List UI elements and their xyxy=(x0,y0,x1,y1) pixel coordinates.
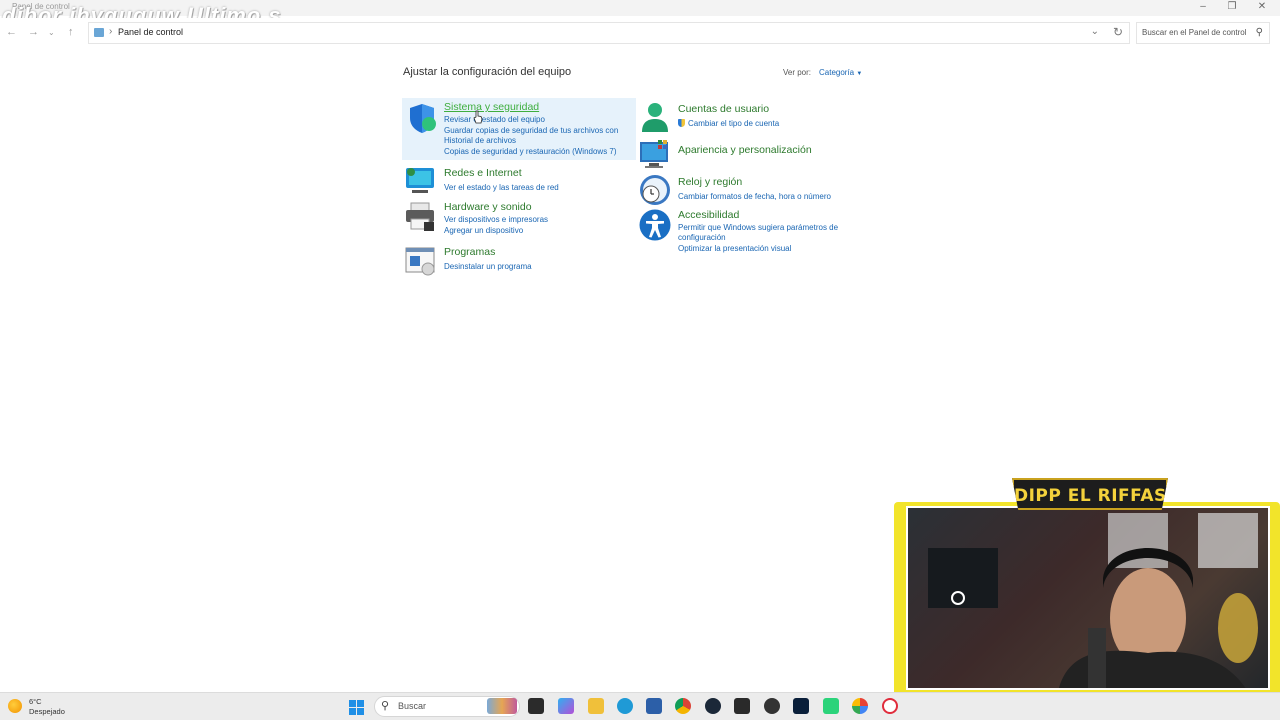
shield-icon xyxy=(410,104,436,133)
link-change-formats[interactable]: Cambiar formatos de fecha, hora o número xyxy=(678,192,831,201)
streamer-silhouette-icon xyxy=(928,513,1258,688)
category-appearance[interactable]: Apariencia y personalización xyxy=(637,139,867,169)
category-programs[interactable]: Programas Desinstalar un programa xyxy=(402,243,636,276)
link-text[interactable]: Cambiar el tipo de cuenta xyxy=(688,119,779,128)
search-icon: ⚲ xyxy=(381,700,390,712)
store-icon[interactable] xyxy=(646,698,662,714)
webcam-overlay: DIPP EL RIFFAS xyxy=(894,476,1280,720)
windows-start-icon[interactable] xyxy=(349,700,364,715)
forward-arrow-icon[interactable]: → xyxy=(28,26,39,38)
chevron-down-icon[interactable]: ⌄ xyxy=(1091,26,1099,37)
chevron-right-icon: › xyxy=(109,26,113,37)
link-change-account-type[interactable]: Cambiar el tipo de cuenta xyxy=(678,119,779,128)
taskbar-search-label: Buscar xyxy=(398,701,427,711)
category-title[interactable]: Cuentas de usuario xyxy=(678,103,769,115)
caret-down-icon[interactable]: ▼ xyxy=(856,71,862,77)
taskbar: 6°C Despejado ⚲ Buscar xyxy=(0,692,1280,720)
weather-temperature[interactable]: 6°C xyxy=(29,697,42,706)
category-title[interactable]: Sistema y seguridad xyxy=(444,101,539,113)
hand-cursor-icon xyxy=(473,110,483,124)
clock-globe-icon xyxy=(640,175,670,205)
category-system-security[interactable]: Sistema y seguridad Revisar el estado de… xyxy=(402,98,636,160)
back-arrow-icon[interactable]: ← xyxy=(6,26,17,38)
steam-icon[interactable] xyxy=(705,698,721,714)
category-network-internet[interactable]: Redes e Internet Ver el estado y las tar… xyxy=(402,164,636,196)
category-title[interactable]: Redes e Internet xyxy=(444,167,522,179)
category-clock-region[interactable]: Reloj y región Cambiar formatos de fecha… xyxy=(637,173,867,207)
link-suggest-settings[interactable]: Permitir que Windows sugiera parámetros … xyxy=(678,223,838,232)
weather-description[interactable]: Despejado xyxy=(29,707,65,716)
link-review-status[interactable]: Revisar el estado del equipo xyxy=(444,115,545,124)
category-user-accounts[interactable]: Cuentas de usuario Cambiar el tipo de cu… xyxy=(637,100,867,134)
breadcrumb[interactable]: Panel de control xyxy=(118,27,183,37)
page-title: Ajustar la configuración del equipo xyxy=(403,66,572,78)
address-bar: ← → ⌄ ↑ › Panel de control ⌄ ↻ ⚲ xyxy=(0,18,1280,48)
up-arrow-icon[interactable]: ↑ xyxy=(68,26,74,38)
address-path-box[interactable]: › Panel de control ⌄ ↻ xyxy=(88,22,1130,44)
link-devices-printers[interactable]: Ver dispositivos e impresoras xyxy=(444,215,548,224)
category-accessibility[interactable]: Accesibilidad Permitir que Windows sugie… xyxy=(637,207,867,255)
control-panel-icon xyxy=(94,28,104,37)
category-title[interactable]: Reloj y región xyxy=(678,176,742,188)
search-icon[interactable]: ⚲ xyxy=(1256,27,1263,38)
link-suggest-settings-cont[interactable]: configuración xyxy=(678,233,726,242)
streamer-name-banner: DIPP EL RIFFAS xyxy=(1012,478,1168,510)
link-file-history[interactable]: Historial de archivos xyxy=(444,136,516,145)
monitor-icon xyxy=(640,140,668,168)
view-by-label: Ver por: xyxy=(783,68,812,77)
link-uninstall-program[interactable]: Desinstalar un programa xyxy=(444,262,532,271)
accessibility-icon xyxy=(639,209,671,241)
link-network-status[interactable]: Ver el estado y las tareas de red xyxy=(444,183,559,192)
category-hardware-sound[interactable]: Hardware y sonido Ver dispositivos e imp… xyxy=(402,198,636,236)
maximize-button[interactable]: ❐ xyxy=(1222,1,1242,12)
title-bar: Panel de control dibor jhyquguw Ultimo s… xyxy=(0,0,1280,28)
app-green-icon[interactable] xyxy=(823,698,839,714)
link-add-device[interactable]: Agregar un dispositivo xyxy=(444,226,523,235)
view-by-value[interactable]: Categoría xyxy=(819,68,854,77)
close-button[interactable]: ✕ xyxy=(1252,1,1272,12)
recent-dropdown-icon[interactable]: ⌄ xyxy=(48,28,55,37)
category-title[interactable]: Programas xyxy=(444,246,495,258)
task-view-icon[interactable] xyxy=(528,698,544,714)
programs-icon xyxy=(405,247,435,276)
file-explorer-icon[interactable] xyxy=(588,698,604,714)
search-box[interactable]: ⚲ xyxy=(1136,22,1270,44)
photoshop-icon[interactable] xyxy=(793,698,809,714)
obs-icon[interactable] xyxy=(764,698,780,714)
chrome-profile-icon[interactable] xyxy=(852,698,868,714)
category-title[interactable]: Hardware y sonido xyxy=(444,201,532,213)
chrome-icon[interactable] xyxy=(675,698,691,714)
search-input[interactable] xyxy=(1142,28,1252,37)
category-title[interactable]: Accesibilidad xyxy=(678,209,739,221)
webcam-video xyxy=(906,506,1270,690)
edge-browser-icon[interactable] xyxy=(617,698,633,714)
link-save-backups[interactable]: Guardar copias de seguridad de tus archi… xyxy=(444,126,618,135)
view-by-dropdown[interactable]: Categoría ▼ xyxy=(819,68,862,77)
printer-icon xyxy=(406,202,434,231)
category-title[interactable]: Apariencia y personalización xyxy=(678,144,812,156)
network-icon xyxy=(406,168,434,193)
user-icon xyxy=(642,103,668,132)
opera-icon[interactable] xyxy=(882,698,898,714)
weather-sun-icon[interactable] xyxy=(8,699,22,713)
refresh-icon[interactable]: ↻ xyxy=(1113,25,1123,39)
streamer-name: DIPP EL RIFFAS xyxy=(1014,486,1167,506)
link-optimize-display[interactable]: Optimizar la presentación visual xyxy=(678,244,791,253)
copilot-icon[interactable] xyxy=(558,698,574,714)
link-backup-restore[interactable]: Copias de seguridad y restauración (Wind… xyxy=(444,147,617,156)
widgets-icon[interactable] xyxy=(487,698,517,714)
minimize-button[interactable]: – xyxy=(1193,1,1213,12)
epic-games-icon[interactable] xyxy=(734,698,750,714)
uac-shield-icon xyxy=(678,119,685,127)
